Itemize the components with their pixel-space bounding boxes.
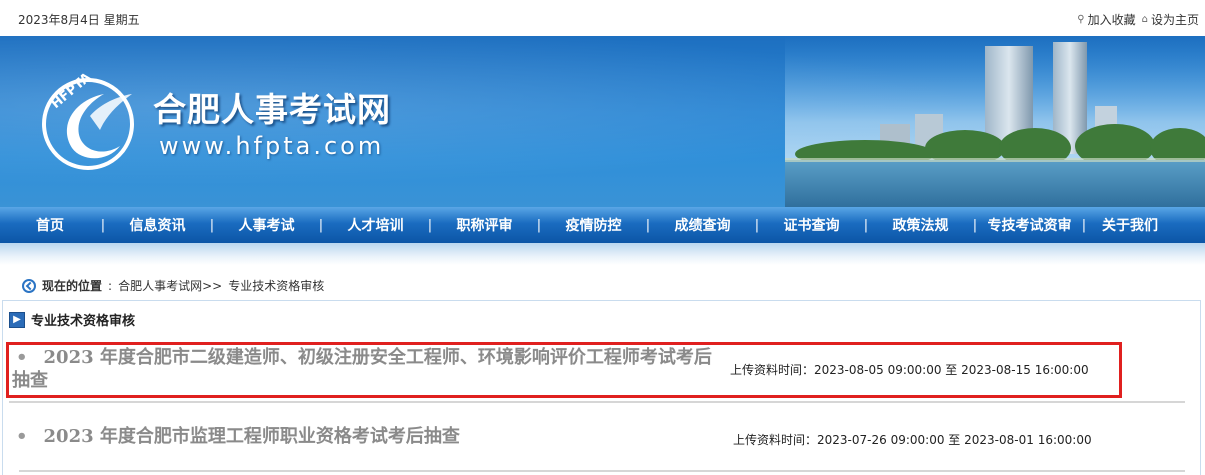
add-favorite-label: 加入收藏 [1087, 13, 1136, 27]
list-item-title-text: 2023 年度合肥市监理工程师职业资格考试考后抽查 [43, 426, 460, 447]
bullet-icon: • [16, 426, 28, 447]
upload-start: 2023-07-26 09:00:00 [817, 433, 945, 447]
breadcrumb-home-link[interactable]: 合肥人事考试网>> [118, 277, 222, 294]
divider [19, 470, 1185, 472]
list-item-title[interactable]: • 2023 年度合肥市二级建造师、初级注册安全工程师、环境影响评价工程师考试考后… [12, 346, 712, 392]
nav-separator: | [100, 217, 106, 233]
nav-item-exams[interactable]: 人事考试 [219, 215, 314, 235]
nav-separator: | [427, 217, 433, 233]
top-bar: 2023年8月4日 星期五 ⚲ 加入收藏 ⌂ 设为主页 [0, 0, 1205, 36]
content-panel: ▶ 专业技术资格审核 • 2023 年度合肥市二级建造师、初级注册安全工程师、环境… [2, 300, 1201, 475]
list-item: • 2023 年度合肥市二级建造师、初级注册安全工程师、环境影响评价工程师考试考后… [6, 342, 1122, 398]
section-title: 专业技术资格审核 [31, 314, 136, 329]
site-banner: HFPTA 合肥人事考试网 www.hfpta.com [0, 36, 1205, 208]
nav-separator: | [972, 217, 978, 233]
breadcrumb-current: 专业技术资格审核 [228, 279, 325, 293]
section-header: ▶ 专业技术资格审核 [9, 310, 135, 329]
hfpta-logo: HFPTA [42, 70, 134, 170]
breadcrumb-colon: : [108, 278, 113, 293]
nav-separator: | [536, 217, 542, 233]
city-scene-image [785, 36, 1205, 208]
search-icon: ⚲ [1077, 14, 1085, 25]
nav-separator: | [754, 217, 760, 233]
bullet-icon: • [16, 347, 28, 368]
main-nav: 首页 | 信息资讯 | 人事考试 | 人才培训 | 职称评审 | 疫情防控 | … [0, 207, 1205, 243]
home-icon: ⌂ [1141, 14, 1148, 25]
breadcrumb-prefix: 现在的位置 [42, 279, 103, 293]
nav-item-training[interactable]: 人才培训 [328, 215, 423, 235]
current-date: 2023年8月4日 星期五 [18, 13, 140, 27]
list-item: • 2023 年度合肥市监理工程师职业资格考试考后抽查 上传资料时间：2023-0… [9, 425, 1119, 455]
nav-item-title-review[interactable]: 职称评审 [437, 215, 532, 235]
nav-item-epidemic[interactable]: 疫情防控 [546, 215, 641, 235]
upload-time: 上传资料时间：2023-07-26 09:00:00 至 2023-08-01 … [733, 431, 1092, 448]
add-favorite-link[interactable]: ⚲ 加入收藏 [1077, 11, 1135, 28]
upload-time-label: 上传资料时间： [730, 363, 815, 377]
site-url: www.hfpta.com [159, 132, 385, 160]
nav-item-certificate-query[interactable]: 证书查询 [764, 215, 859, 235]
nav-separator: | [209, 217, 215, 233]
nav-item-score-query[interactable]: 成绩查询 [655, 215, 750, 235]
nav-item-qualification-review[interactable]: 专技考试资审 [982, 215, 1077, 235]
nav-shadow [0, 243, 1205, 265]
upload-end: 2023-08-01 16:00:00 [964, 433, 1092, 447]
nav-separator: | [318, 217, 324, 233]
upload-start: 2023-08-05 09:00:00 [814, 363, 942, 377]
nav-item-news[interactable]: 信息资讯 [110, 215, 205, 235]
upload-time-label: 上传资料时间： [733, 433, 818, 447]
upload-to: 至 [945, 363, 958, 377]
nav-separator: | [1081, 217, 1087, 233]
breadcrumb: 现在的位置: 合肥人事考试网>> 专业技术资格审核 [22, 277, 324, 294]
top-links: ⚲ 加入收藏 ⌂ 设为主页 [1077, 11, 1199, 28]
upload-time: 上传资料时间：2023-08-05 09:00:00 至 2023-08-15 … [730, 361, 1089, 378]
nav-item-policy[interactable]: 政策法规 [873, 215, 968, 235]
nav-item-about[interactable]: 关于我们 [1091, 215, 1169, 235]
list-item-title-text: 2023 年度合肥市二级建造师、初级注册安全工程师、环境影响评价工程师考试考后抽… [12, 347, 712, 391]
site-title: 合肥人事考试网 [153, 90, 391, 129]
location-icon [22, 278, 36, 293]
nav-separator: | [863, 217, 869, 233]
set-homepage-label: 设为主页 [1150, 13, 1199, 27]
arrow-right-icon: ▶ [9, 311, 25, 328]
set-homepage-link[interactable]: ⌂ 设为主页 [1142, 11, 1199, 28]
list-item-title[interactable]: • 2023 年度合肥市监理工程师职业资格考试考后抽查 [12, 425, 712, 448]
nav-item-home[interactable]: 首页 [4, 215, 96, 235]
upload-to: 至 [948, 433, 961, 447]
nav-separator: | [645, 217, 651, 233]
upload-end: 2023-08-15 16:00:00 [961, 363, 1089, 377]
divider [9, 401, 1185, 403]
